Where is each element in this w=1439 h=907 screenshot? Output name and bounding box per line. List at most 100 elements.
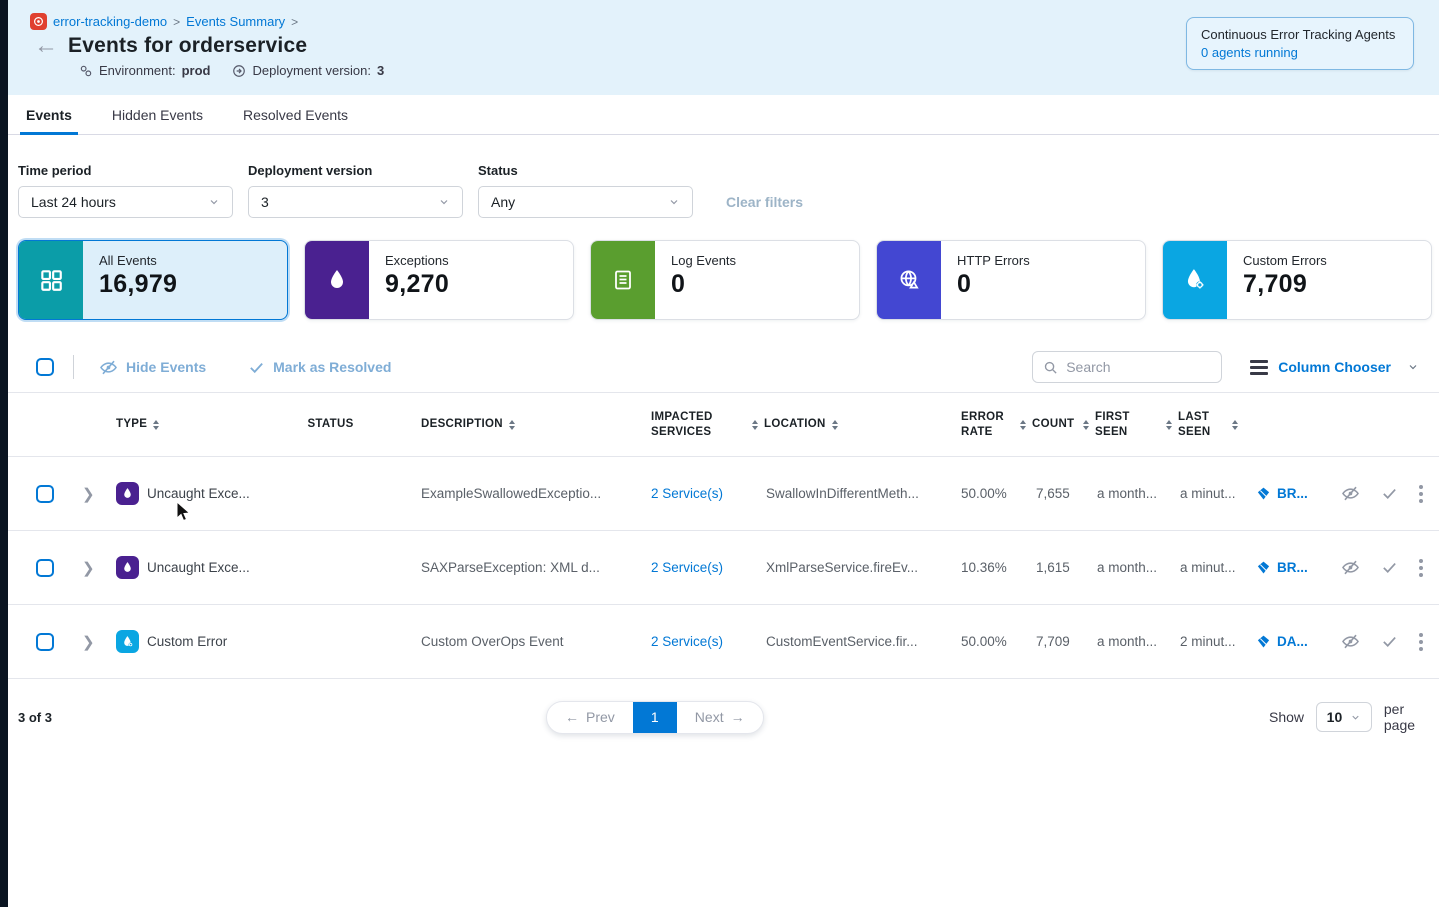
deployment-version-select[interactable]: 3 [248,186,463,218]
event-count: 7,709 [1018,634,1073,649]
column-header-description[interactable]: DESCRIPTION [403,417,633,431]
row-checkbox[interactable] [36,485,54,503]
sort-icon[interactable] [832,420,838,430]
card-log-events[interactable]: Log Events 0 [590,240,860,320]
next-page-button[interactable]: Next → [677,702,763,733]
deployment-version-label: Deployment version [248,163,463,178]
mark-resolved-button[interactable]: Mark as Resolved [248,359,391,376]
row-checkbox[interactable] [36,559,54,577]
row-menu-icon[interactable] [1419,559,1423,577]
column-header-location[interactable]: LOCATION [748,417,943,431]
column-chooser-label: Column Chooser [1278,359,1391,375]
column-header-last-seen[interactable]: LAST SEEN [1158,410,1238,439]
card-http-errors[interactable]: HTTP Errors 0 [876,240,1146,320]
breadcrumb-section-link[interactable]: Events Summary [186,14,285,29]
column-header-type[interactable]: TYPE [98,417,258,431]
environment-label: Environment: [99,63,176,78]
deployment-icon [232,64,246,78]
environment-meta: Environment: prod [79,63,210,78]
first-seen: a month... [1073,486,1158,501]
sort-icon[interactable] [1166,420,1172,430]
gem-icon [1256,634,1271,649]
page-number-button[interactable]: 1 [633,702,677,733]
assignee-link[interactable]: BR... [1238,560,1316,575]
event-description: ExampleSwallowedExceptio... [403,486,633,501]
select-all-checkbox[interactable] [36,358,54,376]
hide-event-icon[interactable] [1341,558,1360,577]
tab-hidden-events[interactable]: Hidden Events [112,95,203,135]
back-arrow-icon[interactable]: ← [34,36,58,56]
column-header-impacted-services[interactable]: IMPACTED SERVICES [633,410,723,439]
sort-icon[interactable] [1232,420,1238,430]
last-seen: 2 minut... [1158,634,1238,649]
expand-chevron-icon[interactable]: ❯ [82,633,95,651]
hide-event-icon[interactable] [1341,484,1360,503]
time-period-label: Time period [18,163,233,178]
row-menu-icon[interactable] [1419,633,1423,651]
agents-status-card[interactable]: Continuous Error Tracking Agents 0 agent… [1186,17,1414,70]
arrow-right-icon: → [731,709,745,725]
card-custom-errors[interactable]: Custom Errors 7,709 [1162,240,1432,320]
resolve-event-icon[interactable] [1381,485,1398,502]
impacted-services-link[interactable]: 2 Service(s) [651,634,723,649]
table-row[interactable]: ❯ Uncaught Exce... SAXParseException: XM… [8,531,1439,605]
expand-chevron-icon[interactable]: ❯ [82,559,95,577]
flame-gear-icon [1163,241,1227,319]
expand-chevron-icon[interactable]: ❯ [82,485,95,503]
row-menu-icon[interactable] [1419,485,1423,503]
eye-slash-icon [99,358,118,377]
table-row[interactable]: ❯ Custom Error Custom OverOps Event 2 Se… [8,605,1439,679]
breadcrumb-separator: > [291,15,298,29]
card-label: Log Events [671,253,736,268]
flame-icon [116,482,139,505]
card-all-events[interactable]: All Events 16,979 [18,240,288,320]
table-row[interactable]: ❯ Uncaught Exce... ExampleSwallowedExcep… [8,457,1439,531]
event-location: CustomEventService.fir... [748,634,943,649]
card-value: 7,709 [1243,270,1327,299]
sort-icon[interactable] [1020,420,1026,430]
card-exceptions[interactable]: Exceptions 9,270 [304,240,574,320]
column-header-error-rate[interactable]: ERROR RATE [943,410,1005,439]
status-select[interactable]: Any [478,186,693,218]
tab-resolved-events[interactable]: Resolved Events [243,95,348,135]
impacted-services-link[interactable]: 2 Service(s) [651,560,723,575]
assignee-link[interactable]: BR... [1238,486,1316,501]
breadcrumb-separator: > [173,15,180,29]
tab-events[interactable]: Events [26,95,72,135]
error-rate: 50.00% [943,634,1018,649]
chevron-down-icon [1407,361,1419,373]
resolve-event-icon[interactable] [1381,559,1398,576]
breadcrumb-project-link[interactable]: error-tracking-demo [53,14,167,29]
sort-icon[interactable] [752,420,758,430]
impacted-services-link[interactable]: 2 Service(s) [651,486,723,501]
chevron-down-icon [1350,712,1361,723]
stat-cards: All Events 16,979 Exceptions 9,270 Log E… [8,218,1439,320]
sort-icon[interactable] [1083,420,1089,430]
assignee-link[interactable]: DA... [1238,634,1316,649]
hide-event-icon[interactable] [1341,632,1360,651]
event-location: XmlParseService.fireEv... [748,560,943,575]
status-value: Any [491,194,515,210]
event-type: Uncaught Exce... [147,560,250,575]
column-header-first-seen[interactable]: FIRST SEEN [1073,410,1158,439]
resolve-event-icon[interactable] [1381,633,1398,650]
time-period-select[interactable]: Last 24 hours [18,186,233,218]
column-chooser-button[interactable]: Column Chooser [1250,359,1419,375]
row-checkbox[interactable] [36,633,54,651]
hide-events-button[interactable]: Hide Events [99,358,206,377]
card-label: Custom Errors [1243,253,1327,268]
column-header-status[interactable]: STATUS [258,417,403,431]
sort-icon[interactable] [153,420,159,430]
collapsed-sidebar[interactable] [0,0,8,907]
card-value: 0 [957,270,1030,299]
status-label: Status [478,163,693,178]
first-seen: a month... [1073,560,1158,575]
sort-icon[interactable] [509,420,515,430]
search-input[interactable] [1066,359,1196,375]
bulk-actions-toolbar: Hide Events Mark as Resolved Column Choo… [8,347,1439,387]
clear-filters-button[interactable]: Clear filters [726,194,803,210]
agents-running-link[interactable]: 0 agents running [1201,45,1399,60]
page-size-select[interactable]: 10 [1316,702,1372,732]
prev-page-button[interactable]: ← Prev [547,702,633,733]
column-header-count[interactable]: COUNT [1018,417,1073,431]
